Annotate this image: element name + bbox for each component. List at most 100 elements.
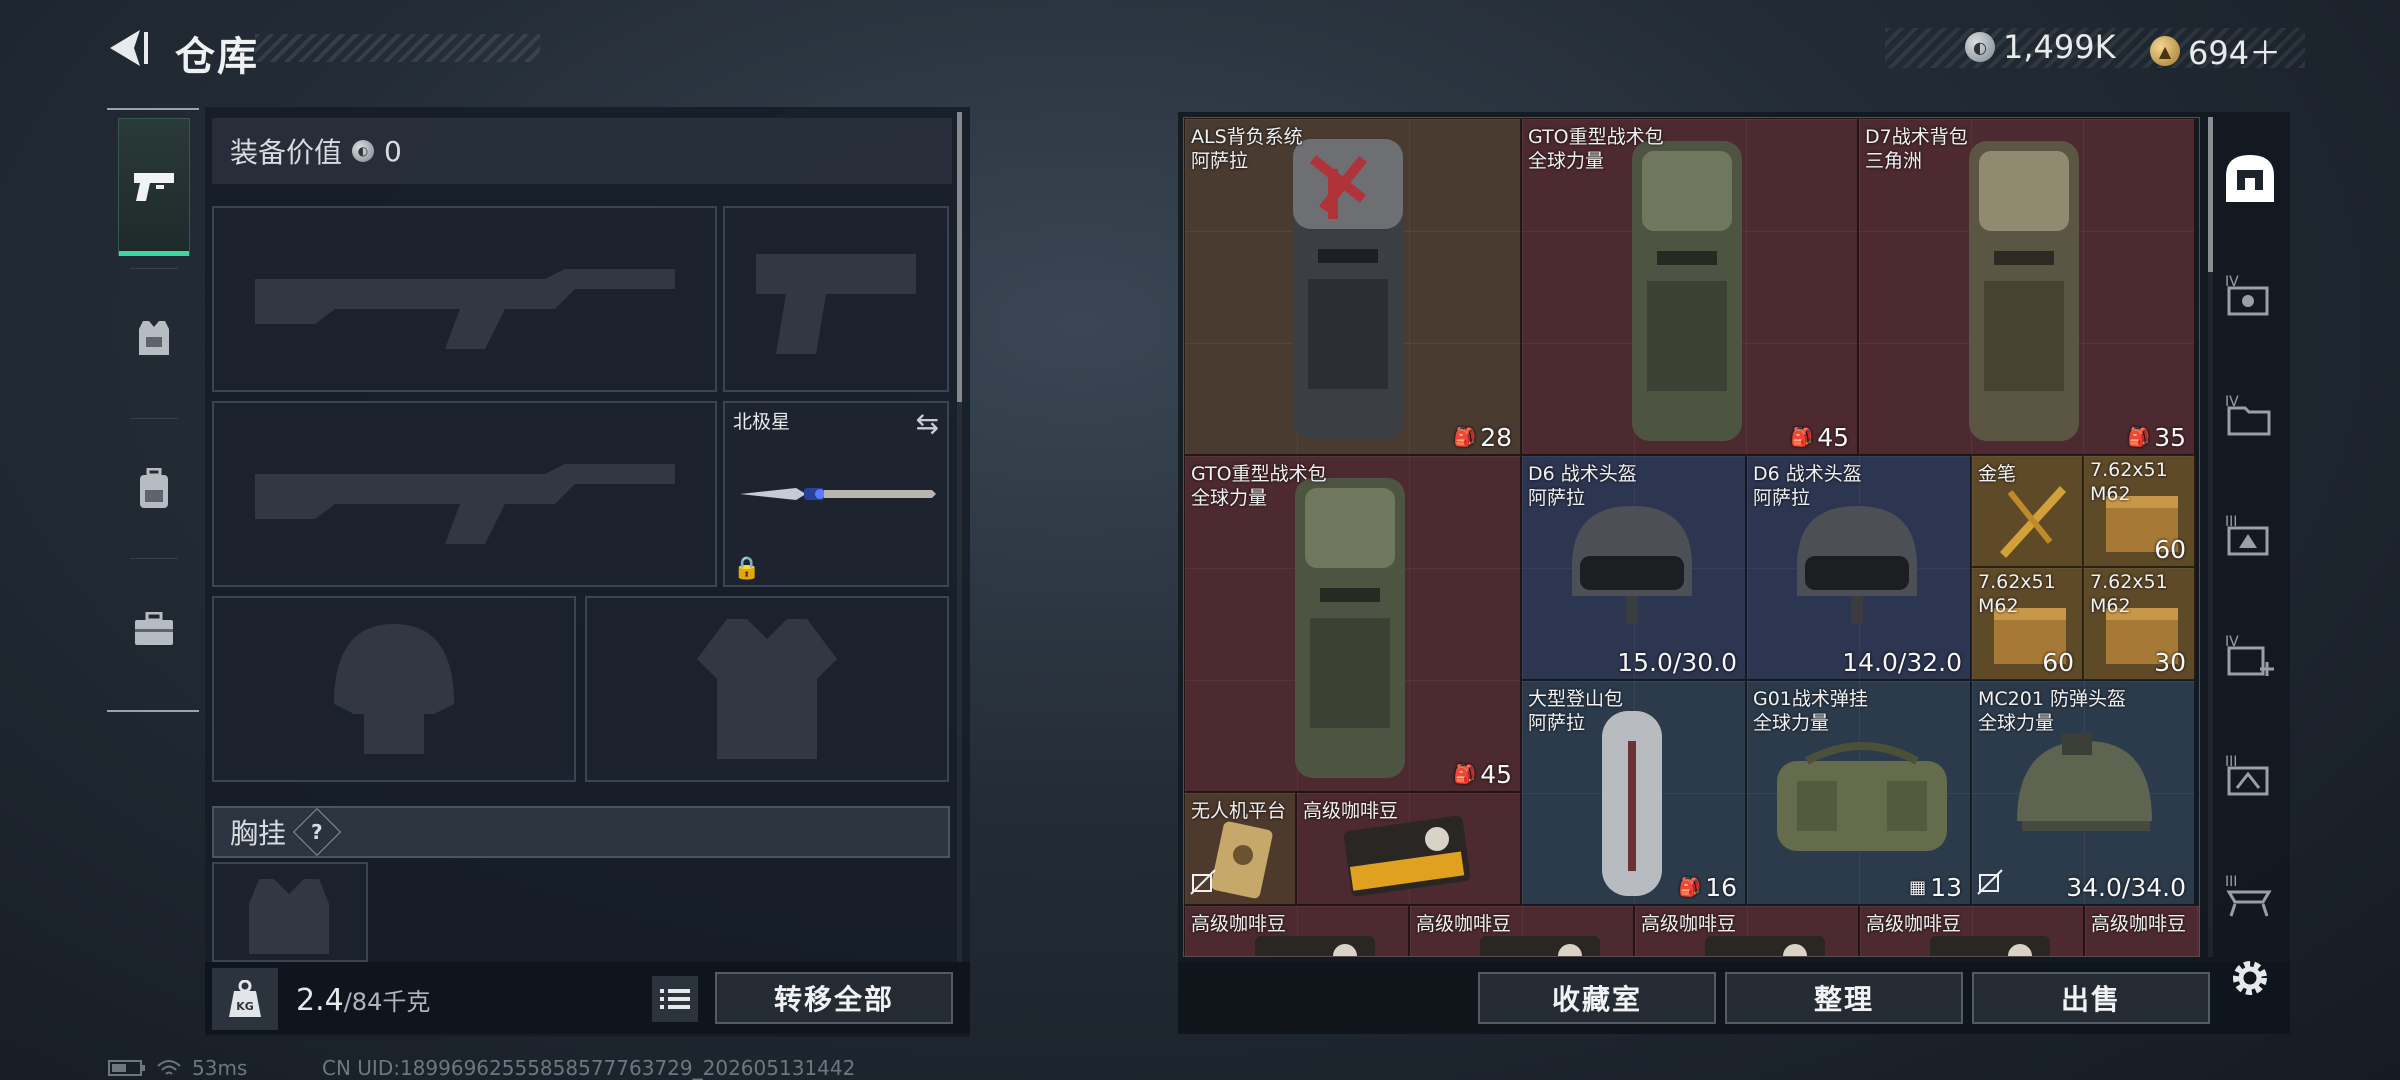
storage-item-premium-coffee-beans[interactable]: 高级咖啡豆 <box>1859 905 2084 956</box>
storage-item-ammo-762x51[interactable]: 7.62x51 M62 60 <box>2083 455 2195 567</box>
silver-amount: 1,499K <box>2003 28 2116 66</box>
storage-nav-tier-3-alt[interactable]: III <box>2215 740 2285 810</box>
sidebar-top-divider <box>107 108 199 110</box>
backpack-image <box>1293 139 1403 439</box>
chest-rig-silhouette-icon <box>249 879 329 954</box>
storage-item-premium-coffee-beans[interactable]: 高级咖啡豆 <box>1409 905 1634 956</box>
secondary-weapon-slot[interactable] <box>212 401 717 587</box>
storage-item-d6-helmet[interactable]: D6 战术头盔 阿萨拉 15.0/30.0 <box>1521 455 1746 680</box>
collection-room-button[interactable]: 收藏室 <box>1478 972 1716 1024</box>
storage-item-drone-platform[interactable]: 无人机平台 <box>1184 792 1296 905</box>
storage-item-d7-backpack[interactable]: D7战术背包 三角洲 🎒 35 <box>1858 118 2195 455</box>
storage-item-premium-coffee-beans[interactable]: 高级咖啡豆 <box>1296 792 1521 905</box>
armor-vest-icon <box>139 321 169 355</box>
storage-nav-tier-3-rack[interactable]: III <box>2215 860 2285 930</box>
storage-nav-tier-4[interactable]: IV <box>2215 260 2285 330</box>
silver-currency[interactable]: ◐ 1,499K <box>1965 28 2116 66</box>
title-decoration <box>255 34 540 62</box>
gold-coin-icon: ▲ <box>2150 36 2180 66</box>
storage-nav-tier-3[interactable]: III <box>2215 500 2285 570</box>
storage-nav-home[interactable] <box>2215 143 2285 213</box>
equipment-value-bar: 装备价值 ◐ 0 <box>212 118 952 184</box>
storage-nav-tier-4-folder[interactable]: IV <box>2215 380 2285 450</box>
storage-item-als-backpack[interactable]: ALS背负系统 阿萨拉 🎒 28 <box>1184 118 1521 455</box>
settings-button[interactable] <box>2215 943 2285 1013</box>
storage-tier-4-add-icon: IV <box>2225 634 2274 676</box>
capacity-icon: 🎒 <box>2127 427 2151 448</box>
storage-item-premium-coffee-beans[interactable]: 高级咖啡豆 <box>2084 905 2199 956</box>
primary-weapon-slot[interactable] <box>212 206 717 392</box>
backpack-icon <box>140 468 168 508</box>
equipment-scrollbar-thumb[interactable] <box>957 112 962 402</box>
capacity-icon: 🎒 <box>1678 877 1702 898</box>
list-view-button[interactable] <box>652 976 698 1022</box>
back-arrow-icon[interactable] <box>104 24 152 72</box>
home-icon <box>2226 155 2274 202</box>
transfer-all-button[interactable]: 转移全部 <box>715 972 953 1024</box>
weight-icon: KG <box>212 968 278 1030</box>
pistol-silhouette-icon <box>756 254 916 354</box>
sort-button[interactable]: 整理 <box>1725 972 1963 1024</box>
storage-tier-3-alt-icon: III <box>2225 754 2269 796</box>
knife-icon <box>740 488 936 500</box>
storage-item-large-mountaineering-bag[interactable]: 大型登山包 阿萨拉 🎒 16 <box>1521 680 1746 905</box>
helmet-silhouette-icon <box>334 624 454 754</box>
storage-item-g01-tactical-rig[interactable]: G01战术弹挂 全球力量 ▦ 13 <box>1746 680 1971 905</box>
category-tab-weapons[interactable] <box>118 118 190 256</box>
helmet-image <box>2017 733 2152 831</box>
storage-item-d6-helmet[interactable]: D6 战术头盔 阿萨拉 14.0/32.0 <box>1746 455 1971 680</box>
storage-item-premium-coffee-beans[interactable]: 高级咖啡豆 <box>1184 905 1409 956</box>
body-armor-slot[interactable] <box>585 596 949 782</box>
category-tab-tools[interactable] <box>118 560 190 698</box>
helmet-slot[interactable] <box>212 596 576 782</box>
page-title: 仓库 <box>175 34 259 80</box>
capacity-icon: 🎒 <box>1790 427 1814 448</box>
swap-icon[interactable]: ⇆ <box>916 407 939 440</box>
gold-pen-image <box>2000 486 2066 558</box>
toolbox-icon <box>135 612 173 645</box>
svg-text:KG: KG <box>236 1000 254 1013</box>
sidearm-slot[interactable] <box>723 206 949 392</box>
sell-button[interactable]: 出售 <box>1972 972 2210 1024</box>
rifle-silhouette-icon <box>254 269 675 349</box>
rifle-silhouette-icon <box>254 464 675 544</box>
tactical-rig-image <box>1777 742 1947 851</box>
category-tab-armor[interactable] <box>118 270 190 408</box>
weight-readout: 2.4/84千克 <box>296 982 430 1018</box>
lock-icon: 🔒 <box>733 556 761 581</box>
duffel-bag-image <box>1602 711 1662 896</box>
vest-silhouette-icon <box>697 619 837 759</box>
pistol-icon <box>134 173 174 201</box>
storage-item-ammo-762x51[interactable]: 7.62x51 M62 60 <box>1971 567 2083 680</box>
device-status: 53ms <box>108 1056 247 1080</box>
storage-grid: ALS背负系统 阿萨拉 🎒 28 GTO重型战术包 全球力量 🎒 45 D7战术背包… <box>1183 117 2200 957</box>
storage-item-mc201-helmet[interactable]: MC201 防弹头盔 全球力量 34.0/34.0 <box>1971 680 2195 905</box>
silver-coin-icon: ◐ <box>1965 32 1995 62</box>
chest-rig-header: 胸挂 ? <box>212 806 950 858</box>
backpack-image <box>1969 141 2079 441</box>
settings-icon <box>2233 961 2267 995</box>
storage-item-premium-coffee-beans[interactable]: 高级咖啡豆 <box>1634 905 1859 956</box>
storage-item-gto-backpack[interactable]: GTO重型战术包 全球力量 🎒 45 <box>1521 118 1858 455</box>
ping-value: 53ms <box>192 1056 248 1080</box>
storage-nav-tier-4-add[interactable]: IV <box>2215 620 2285 690</box>
no-drop-icon <box>1190 869 1216 899</box>
storage-item-gto-backpack[interactable]: GTO重型战术包 全球力量 🎒 45 <box>1184 455 1521 792</box>
chest-rig-slot[interactable] <box>212 862 368 962</box>
storage-scrollbar-thumb[interactable] <box>2208 117 2213 272</box>
storage-item-gold-pen[interactable]: 金笔 <box>1971 455 2083 567</box>
capacity-icon: 🎒 <box>1453 764 1477 785</box>
gold-currency[interactable]: ▲ 694＋ <box>2150 28 2281 74</box>
category-tab-backpack[interactable] <box>118 420 190 558</box>
chest-rig-label: 胸挂 <box>230 817 287 850</box>
sidebar-separator <box>130 268 178 269</box>
melee-weapon-slot[interactable]: 北极星 ⇆ 🔒 <box>723 401 949 587</box>
help-icon[interactable]: ? <box>292 807 342 857</box>
equipment-value-amount: 0 <box>384 134 402 168</box>
silver-coin-icon: ◐ <box>352 140 375 162</box>
helmet-image <box>1797 506 1917 624</box>
storage-item-ammo-762x51[interactable]: 7.62x51 M62 30 <box>2083 567 2195 680</box>
storage-tier-3-icon: III <box>2225 514 2269 556</box>
weight-current: 2.4 <box>296 983 344 1018</box>
list-icon <box>660 989 690 1009</box>
